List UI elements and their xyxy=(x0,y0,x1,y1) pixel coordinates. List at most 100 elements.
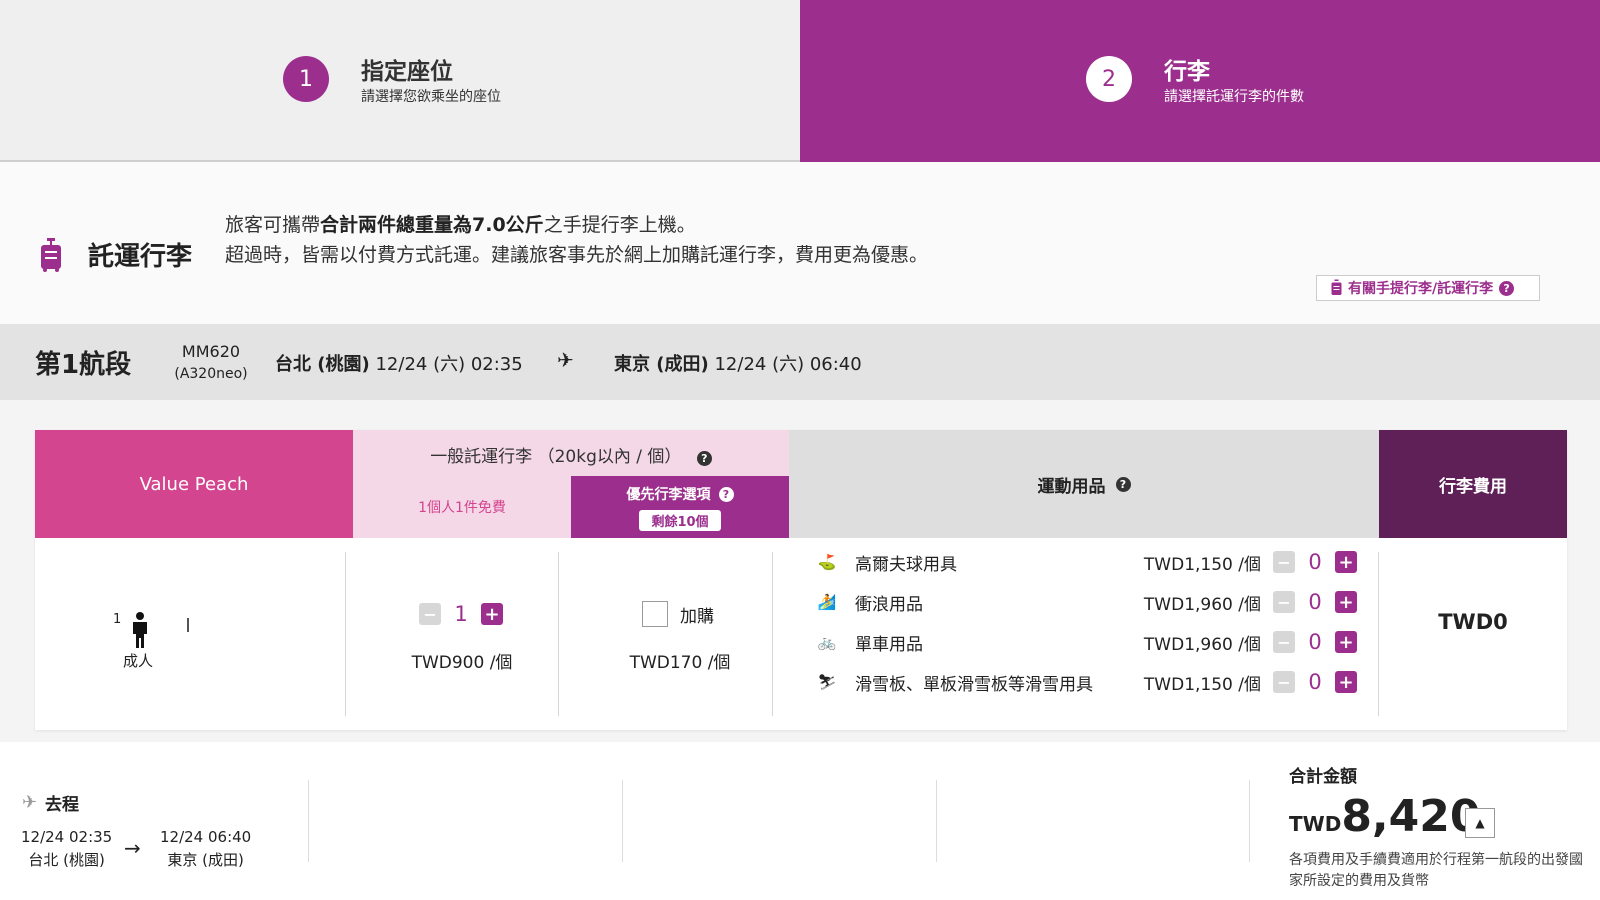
column-divider xyxy=(345,552,346,716)
info-title: 託運行李 xyxy=(88,242,193,272)
help-icon[interactable]: ? xyxy=(1115,476,1131,492)
total-label: 合計金額 xyxy=(1289,767,1357,787)
sport-price: TWD1,150 /個 xyxy=(1143,674,1261,695)
step-baggage[interactable]: 2 行李 請選擇託運行李的件數 xyxy=(800,0,1600,162)
step-subtitle: 請選擇您欲乘坐的座位 xyxy=(361,89,501,105)
arrival-city: 東京 (成田) xyxy=(167,851,244,869)
priority-baggage-price: TWD170 /個 xyxy=(629,653,731,673)
departure-time: 12/24 (六) 02:35 xyxy=(375,354,523,375)
golf-icon: ⛳ xyxy=(817,553,837,571)
departure: 台北 (桃園) 12/24 (六) 02:35 xyxy=(275,350,523,376)
sport-name: 滑雪板、單板滑雪板等滑雪用具 xyxy=(855,674,1093,695)
step-title: 行李 xyxy=(1164,59,1210,85)
baggage-help-label: 有關手提行李/託運行李 xyxy=(1348,281,1494,297)
sport-item-ski: ⛷ 滑雪板、單板滑雪板等滑雪用具 TWD1,150 /個 − 0 + xyxy=(817,667,1357,697)
sport-price: TWD1,150 /個 xyxy=(1143,554,1261,575)
total-value: 8,420 xyxy=(1341,791,1481,842)
step-number: 1 xyxy=(283,56,329,102)
priority-baggage-header: 優先行李選項? 剩餘10個 xyxy=(571,476,789,538)
baggage-help-link[interactable]: 有關手提行李/託運行李 ? xyxy=(1316,275,1540,301)
total-note: 各項費用及手續費適用於行程第一航段的出發國家所設定的費用及貨幣 xyxy=(1289,852,1583,889)
step-number: 2 xyxy=(1086,56,1132,102)
decrease-button[interactable]: − xyxy=(419,603,441,625)
trip-departure: 12/24 02:35 台北 (桃園) xyxy=(21,826,112,872)
summary-footer: ✈ 去程 12/24 02:35 台北 (桃園) → 12/24 06:40 東… xyxy=(0,742,1600,900)
decrease-button[interactable]: − xyxy=(1273,671,1295,693)
passenger-type: 成人 xyxy=(123,652,154,670)
sport-name: 單車用品 xyxy=(855,634,923,655)
arrival-time: 12/24 (六) 06:40 xyxy=(714,354,862,375)
info-line1-pre: 旅客可攜帶 xyxy=(225,214,321,236)
expand-total-button[interactable]: ▲ xyxy=(1465,808,1495,838)
luggage-icon xyxy=(1331,279,1342,295)
general-baggage-header: 一般託運行李 （20kg以內 / 個） ? 1個人1件免費 優先行李選項? 剩餘… xyxy=(353,430,789,538)
sport-count: 0 xyxy=(1308,590,1322,614)
bicycle-icon: 🚲 xyxy=(817,633,837,651)
plane-icon: ✈ xyxy=(22,792,38,813)
luggage-icon xyxy=(41,238,61,272)
sport-name: 高爾夫球用具 xyxy=(855,554,957,575)
departure-city: 台北 (桃園) xyxy=(275,354,370,375)
divider xyxy=(1249,780,1250,862)
sport-count: 0 xyxy=(1308,550,1322,574)
sport-count: 0 xyxy=(1308,670,1322,694)
departure-city: 台北 (桃園) xyxy=(28,851,105,869)
sport-price: TWD1,960 /個 xyxy=(1143,594,1261,615)
info-line1-bold: 合計兩件總重量為7.0公斤 xyxy=(320,214,544,236)
help-icon[interactable]: ? xyxy=(718,486,734,502)
increase-button[interactable]: + xyxy=(1335,591,1357,613)
ski-icon: ⛷ xyxy=(817,673,837,691)
surf-icon: 🏄 xyxy=(817,593,837,611)
fare-type-header: Value Peach xyxy=(35,430,353,538)
info-text: 旅客可攜帶合計兩件總重量為7.0公斤之手提行李上機。 超過時，皆需以付費方式託運… xyxy=(225,210,928,270)
divider xyxy=(936,780,937,862)
general-baggage-title: 一般託運行李 （20kg以內 / 個） ? xyxy=(353,442,789,467)
priority-title: 優先行李選項 xyxy=(626,487,711,503)
increase-button[interactable]: + xyxy=(1335,631,1357,653)
priority-baggage-option[interactable]: 加購 xyxy=(642,601,714,627)
column-divider xyxy=(558,552,559,716)
departure-time: 12/24 02:35 xyxy=(21,828,113,846)
step-title: 指定座位 xyxy=(361,59,453,85)
sport-item-golf: ⛳ 高爾夫球用具 TWD1,150 /個 − 0 + xyxy=(817,547,1357,577)
step-subtitle: 請選擇託運行李的件數 xyxy=(1164,89,1304,105)
aircraft-type: (A320neo) xyxy=(174,366,248,382)
baggage-table: Value Peach 一般託運行李 （20kg以內 / 個） ? 1個人1件免… xyxy=(35,430,1567,730)
sport-price: TWD1,960 /個 xyxy=(1143,634,1261,655)
general-baggage-count: 1 xyxy=(454,602,468,626)
person-icon xyxy=(133,612,147,648)
increase-button[interactable]: + xyxy=(1335,671,1357,693)
priority-checkbox-label: 加購 xyxy=(680,606,714,627)
info-line1-post: 之手提行李上機。 xyxy=(543,214,696,236)
sport-item-surf: 🏄 衝浪用品 TWD1,960 /個 − 0 + xyxy=(817,587,1357,617)
decrease-button[interactable]: − xyxy=(1273,551,1295,573)
sport-name: 衝浪用品 xyxy=(855,594,923,615)
increase-button[interactable]: + xyxy=(481,603,503,625)
flight-segment: 第1航段 MM620 (A320neo) 台北 (桃園) 12/24 (六) 0… xyxy=(0,324,1600,400)
baggage-info: 託運行李 旅客可攜帶合計兩件總重量為7.0公斤之手提行李上機。 超過時，皆需以付… xyxy=(0,162,1600,324)
sport-equipment-header: 運動用品 ? xyxy=(789,430,1379,538)
arrival-time: 12/24 06:40 xyxy=(160,828,252,846)
flight-number: MM620 (A320neo) xyxy=(168,340,254,386)
column-divider xyxy=(772,552,773,716)
sport-count: 0 xyxy=(1308,630,1322,654)
increase-button[interactable]: + xyxy=(1335,551,1357,573)
passenger-count: 1 xyxy=(113,612,122,627)
decrease-button[interactable]: − xyxy=(1273,631,1295,653)
decrease-button[interactable]: − xyxy=(1273,591,1295,613)
free-allowance-label: 1個人1件免費 xyxy=(418,500,506,516)
step-seat[interactable]: 1 指定座位 請選擇您欲乘坐的座位 xyxy=(0,0,800,162)
total-amount: TWD 8,420 xyxy=(1289,792,1481,842)
trip-arrival: 12/24 06:40 東京 (成田) xyxy=(160,826,251,872)
help-icon[interactable]: ? xyxy=(696,451,712,466)
divider xyxy=(622,780,623,862)
total-currency: TWD xyxy=(1289,812,1342,836)
arrow-right-icon: → xyxy=(124,836,141,860)
passenger-info: 1 成人 xyxy=(77,608,189,670)
priority-checkbox[interactable] xyxy=(642,601,668,627)
arrival: 東京 (成田) 12/24 (六) 06:40 xyxy=(614,350,862,376)
general-baggage-label: 一般託運行李 （20kg以內 / 個） xyxy=(430,447,682,467)
trip-title: 去程 xyxy=(45,795,79,815)
flight-no: MM620 xyxy=(181,342,241,361)
divider xyxy=(308,780,309,862)
